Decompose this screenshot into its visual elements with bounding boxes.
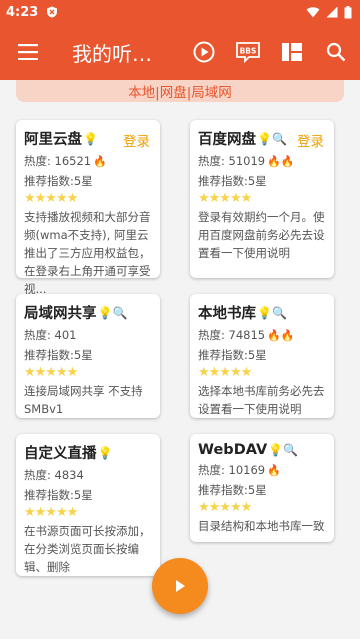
recommend-label: 推荐指数:5星 [24, 488, 93, 502]
svg-text:BBS: BBS [240, 47, 257, 56]
card-name: WebDAV 💡🔍 [198, 442, 299, 458]
category-banner[interactable]: 本地|网盘|局域网 [16, 80, 344, 102]
bulb-search-icon: 💡🔍 [257, 131, 287, 146]
heat-line: 热度: 16521 🔥 [24, 154, 107, 168]
status-time: 4:23 [6, 4, 39, 20]
login-button[interactable]: 登录 [123, 130, 150, 150]
rating-stars: ★★★★★ [198, 365, 252, 380]
card-description: 支持播放视频和大部分音频(wma不支持), 阿里云推出了三方应用权益包，在登录右… [24, 210, 151, 296]
bbs-icon: BBS [236, 42, 260, 63]
heat-line: 热度: 51019 🔥🔥 [198, 154, 295, 168]
source-card-lan-share[interactable]: 局域网共享 💡🔍 热度: 401 推荐指数:5星 ★★★★★ 连接局域网共享 不支… [16, 294, 160, 418]
battery-icon [344, 5, 352, 18]
fire-icon: 🔥 [93, 154, 107, 168]
play-icon [176, 580, 185, 592]
bbs-button[interactable]: BBS [228, 32, 268, 72]
bulb-search-icon: 💡🔍 [97, 305, 128, 320]
fire-icon: 🔥 [267, 463, 281, 477]
menu-icon [18, 44, 38, 60]
play-icon [193, 41, 215, 63]
rating-stars: ★★★★★ [24, 191, 78, 206]
grid-view-button[interactable] [272, 32, 312, 72]
card-description: 目录结构和本地书库一致 [198, 519, 325, 533]
heat-line: 热度: 401 [24, 328, 77, 342]
search-button[interactable] [316, 32, 356, 72]
wifi-icon [306, 7, 320, 18]
card-description: 连接局域网共享 不支持SMBv1 [24, 384, 143, 416]
bulb-icon: 💡 [97, 445, 113, 460]
card-description: 登录有效期约一个月。使用百度网盘前务必先去设置看一下使用说明 [198, 210, 325, 260]
recommend-label: 推荐指数:5星 [198, 348, 267, 362]
recommend-label: 推荐指数:5星 [24, 174, 93, 188]
page-title: 我的听… [72, 41, 152, 66]
app-bar: 我的听… BBS [0, 24, 360, 80]
bulb-icon: 💡 [83, 131, 98, 146]
card-name: 局域网共享 💡🔍 [24, 305, 128, 323]
rating-stars: ★★★★★ [24, 365, 78, 380]
menu-button[interactable] [8, 32, 48, 72]
signal-icon [326, 6, 338, 18]
source-card-aliyun[interactable]: 阿里云盘 💡 登录 热度: 16521 🔥 推荐指数:5星 ★★★★★ 支持播放视频… [16, 120, 160, 296]
status-bar: 4:23 [0, 0, 360, 24]
grid-icon [282, 43, 302, 61]
recommend-label: 推荐指数:5星 [198, 483, 267, 497]
shield-icon [47, 6, 58, 18]
search-icon [326, 42, 346, 62]
card-description: 在书源页面可长按添加，在分类浏览页面长按编辑、删除 [24, 524, 151, 574]
source-card-local-library[interactable]: 本地书库 💡🔍 热度: 74815 🔥🔥 推荐指数:5星 ★★★★★ 选择本地书库前… [190, 294, 334, 418]
login-button[interactable]: 登录 [297, 130, 324, 150]
card-name: 自定义直播 💡 [24, 445, 113, 463]
recommend-label: 推荐指数:5星 [198, 174, 267, 188]
bulb-search-icon: 💡🔍 [268, 443, 299, 457]
play-button[interactable] [184, 32, 224, 72]
heat-line: 热度: 10169 🔥 [198, 463, 281, 477]
rating-stars: ★★★★★ [198, 500, 252, 515]
source-card-baidu[interactable]: 百度网盘 💡🔍 登录 热度: 51019 🔥🔥 推荐指数:5星 ★★★★★ 登录有效… [190, 120, 334, 278]
source-card-webdav[interactable]: WebDAV 💡🔍 热度: 10169 🔥 推荐指数:5星 ★★★★★ 目录结构和本… [190, 434, 334, 542]
card-description: 选择本地书库前务必先去设置看一下使用说明 [198, 384, 325, 416]
fire-icon: 🔥🔥 [267, 154, 295, 168]
heat-line: 热度: 4834 [24, 468, 84, 482]
source-card-custom-live[interactable]: 自定义直播 💡 热度: 4834 推荐指数:5星 ★★★★★ 在书源页面可长按添加… [16, 434, 160, 576]
rating-stars: ★★★★★ [24, 505, 78, 520]
recommend-label: 推荐指数:5星 [24, 348, 93, 362]
rating-stars: ★★★★★ [198, 191, 252, 206]
bulb-search-icon: 💡🔍 [257, 305, 287, 320]
fire-icon: 🔥🔥 [267, 328, 295, 342]
card-name: 本地书库 💡🔍 [198, 305, 287, 323]
play-fab-button[interactable] [152, 558, 208, 614]
heat-line: 热度: 74815 🔥🔥 [198, 328, 295, 342]
